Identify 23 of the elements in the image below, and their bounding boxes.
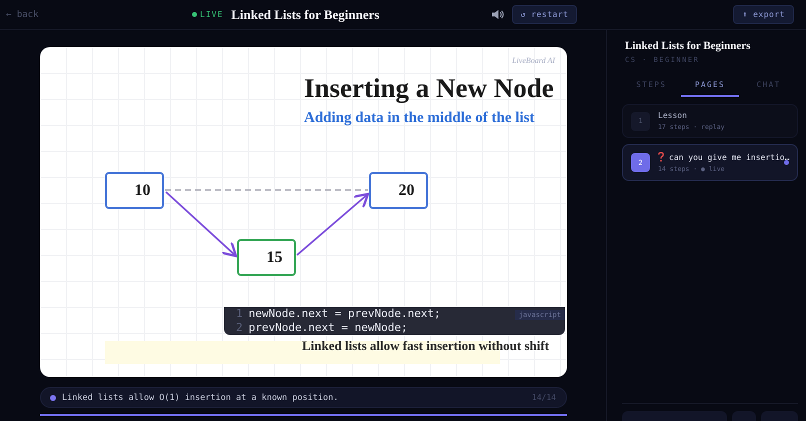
code-line: prevNode.next = newNode; bbox=[248, 321, 408, 335]
restart-button[interactable]: ↺ restart bbox=[512, 5, 578, 24]
list-node: 10 bbox=[105, 172, 164, 209]
list-node: 15 bbox=[237, 239, 296, 276]
step-counter: 14/14 bbox=[532, 393, 556, 402]
speaker-icon[interactable] bbox=[490, 9, 504, 20]
brand-label: LiveBoard AI bbox=[512, 56, 555, 65]
line-number: 1 bbox=[236, 307, 243, 321]
code-line: newNode.next = prevNode.next; bbox=[248, 307, 441, 321]
lesson-title: Linked Lists for Beginners bbox=[231, 6, 380, 22]
caption-text: Linked lists allow O(1) insertion at a known position. bbox=[62, 392, 338, 402]
highlight-text: Linked lists allow fast insertion without shift bbox=[302, 338, 550, 354]
export-button[interactable]: ⬆ export bbox=[733, 5, 794, 24]
list-node: 20 bbox=[369, 172, 428, 209]
page-title: Lesson bbox=[658, 111, 687, 120]
line-number: 2 bbox=[236, 321, 243, 335]
caption-dot-icon bbox=[50, 394, 56, 400]
page-title: can you give me insertio… bbox=[669, 152, 790, 162]
live-label: LIVE bbox=[200, 10, 224, 19]
sidebar-title: Linked Lists for Beginners bbox=[625, 40, 752, 52]
slide-title: Inserting a New Node bbox=[304, 73, 554, 104]
slide-subtitle: Adding data in the middle of the list bbox=[304, 110, 534, 127]
active-dot-icon bbox=[784, 160, 789, 165]
